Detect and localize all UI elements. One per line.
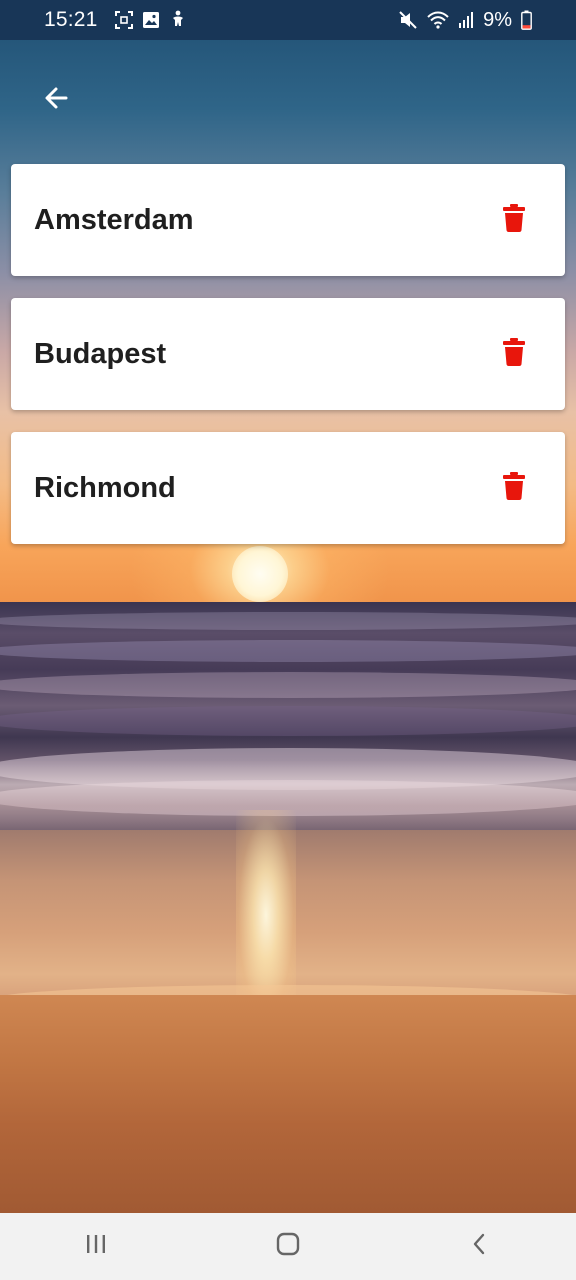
accessibility-icon xyxy=(169,10,187,30)
wave xyxy=(0,640,576,662)
back-nav-button[interactable] xyxy=(440,1217,520,1277)
wave xyxy=(0,706,576,736)
recent-apps-button[interactable] xyxy=(56,1217,136,1277)
city-name: Budapest xyxy=(34,337,167,370)
status-bar: 15:21 9% xyxy=(0,0,576,40)
trash-icon xyxy=(503,203,525,237)
trash-icon xyxy=(503,337,525,371)
delete-button[interactable] xyxy=(497,466,531,510)
city-card-richmond[interactable]: Richmond xyxy=(11,432,565,544)
home-icon xyxy=(275,1231,301,1262)
city-name: Amsterdam xyxy=(34,203,194,236)
sand xyxy=(0,995,576,1213)
back-icon xyxy=(468,1232,492,1261)
battery-low-icon xyxy=(521,10,532,30)
city-list: Amsterdam Budapest Richmond xyxy=(11,164,565,566)
home-button[interactable] xyxy=(248,1217,328,1277)
mute-icon xyxy=(398,10,418,30)
status-time: 15:21 xyxy=(44,8,98,31)
back-button[interactable] xyxy=(34,76,78,120)
back-arrow-icon xyxy=(42,84,70,112)
gallery-icon xyxy=(142,11,160,29)
trash-icon xyxy=(503,471,525,505)
battery-percent: 9% xyxy=(483,8,512,31)
signal-icon xyxy=(458,11,474,29)
delete-button[interactable] xyxy=(497,332,531,376)
city-name: Richmond xyxy=(34,471,176,504)
city-card-budapest[interactable]: Budapest xyxy=(11,298,565,410)
screenshot-icon xyxy=(114,11,133,29)
delete-button[interactable] xyxy=(497,198,531,242)
status-right: 9% xyxy=(398,9,532,32)
navigation-bar xyxy=(0,1213,576,1280)
recent-apps-icon xyxy=(84,1232,108,1261)
city-card-amsterdam[interactable]: Amsterdam xyxy=(11,164,565,276)
wifi-icon xyxy=(427,11,449,29)
wave xyxy=(0,612,576,630)
status-left: 15:21 xyxy=(44,8,187,32)
wave xyxy=(0,672,576,698)
